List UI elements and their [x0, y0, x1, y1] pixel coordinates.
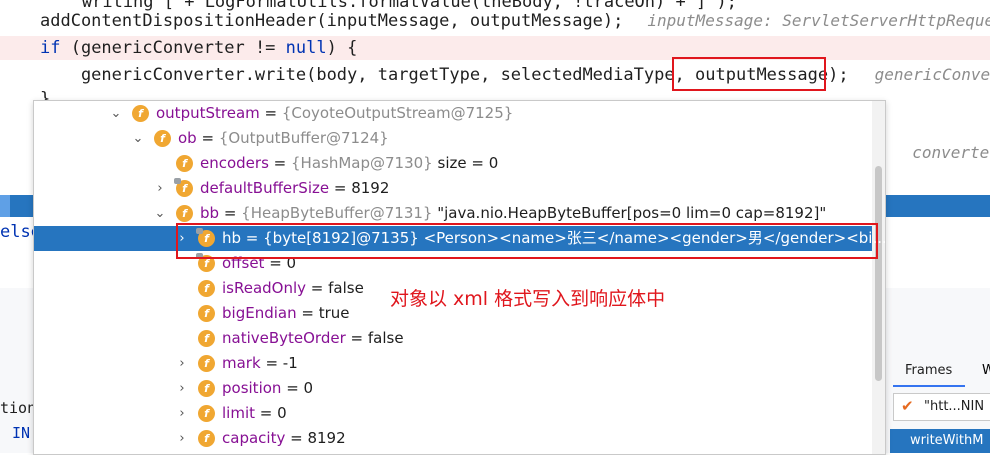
tree-row-outputstream[interactable]: ⌄ f outputStream = {CoyoteOutputStream@7…: [34, 101, 872, 126]
field-icon: f: [198, 405, 215, 422]
popup-scrollbar-thumb[interactable]: [875, 166, 882, 381]
tab-frames[interactable]: Frames: [905, 363, 952, 378]
inline-hint: inputMessage: ServletServerHttpRequest: [647, 11, 990, 30]
field-icon: f: [154, 130, 171, 147]
tree-row-nativebyteorder[interactable]: f nativeByteOrder = false: [34, 326, 872, 351]
check-icon: ✔: [901, 397, 914, 415]
code-line-3: genericConverter.write(body, targetType,…: [40, 63, 990, 87]
field-icon: f: [176, 155, 193, 172]
field-icon: f: [198, 355, 215, 372]
frame-item-selected[interactable]: writeWithM: [890, 429, 990, 453]
field-icon: f: [132, 105, 149, 122]
chevron-right-icon[interactable]: ›: [175, 351, 189, 376]
annotation-text: 对象以 xml 格式写入到响应体中: [390, 288, 666, 310]
chevron-down-icon[interactable]: ⌄: [109, 101, 123, 126]
field-icon: f: [198, 280, 215, 297]
field-icon: f: [176, 205, 193, 222]
chevron-right-icon[interactable]: ›: [153, 176, 167, 201]
tree-row-ob[interactable]: ⌄ f ob = {OutputBuffer@7124}: [34, 126, 872, 151]
tree-row-position[interactable]: › f position = 0: [34, 376, 872, 401]
chevron-down-icon[interactable]: ⌄: [153, 201, 167, 226]
tree-row-defaultbuffersize[interactable]: › f defaultBufferSize = 8192: [34, 176, 872, 201]
code-line-5: ;converte: [878, 143, 990, 163]
code-line-2: if (genericConverter != null) {: [0, 36, 990, 60]
chevron-right-icon[interactable]: ›: [175, 376, 189, 401]
chevron-right-icon[interactable]: ›: [175, 426, 189, 451]
chevron-down-icon[interactable]: ⌄: [131, 126, 145, 151]
field-icon: f: [198, 305, 215, 322]
inline-hint: genericConverter: [874, 65, 990, 84]
tree-row-mark[interactable]: › f mark = -1: [34, 351, 872, 376]
breakpoint-gutter-mark[interactable]: [0, 195, 10, 217]
tab-w[interactable]: W: [982, 363, 990, 378]
variables-popup: ⌄ f outputStream = {CoyoteOutputStream@7…: [33, 100, 886, 455]
final-field-icon: f: [174, 178, 193, 197]
code-line-1: addContentDispositionHeader(inputMessage…: [40, 9, 990, 33]
tree-row-capacity[interactable]: › f capacity = 8192: [34, 426, 872, 451]
field-icon: f: [198, 380, 215, 397]
highlight-box-hb-row: [176, 223, 878, 259]
highlight-box-outputmessage: [672, 57, 826, 91]
tab-frames-underline: [893, 385, 965, 387]
thread-selector[interactable]: ✔ "htt...NIN: [893, 393, 990, 421]
chevron-right-icon[interactable]: ›: [175, 401, 189, 426]
field-icon: f: [198, 330, 215, 347]
tree-row-encoders[interactable]: f encoders = {HashMap@7130} size = 0: [34, 151, 872, 176]
frames-panel: Frames W ✔ "htt...NIN writeWithM: [885, 355, 990, 453]
field-icon: f: [198, 430, 215, 447]
tree-row-limit[interactable]: › f limit = 0: [34, 401, 872, 426]
